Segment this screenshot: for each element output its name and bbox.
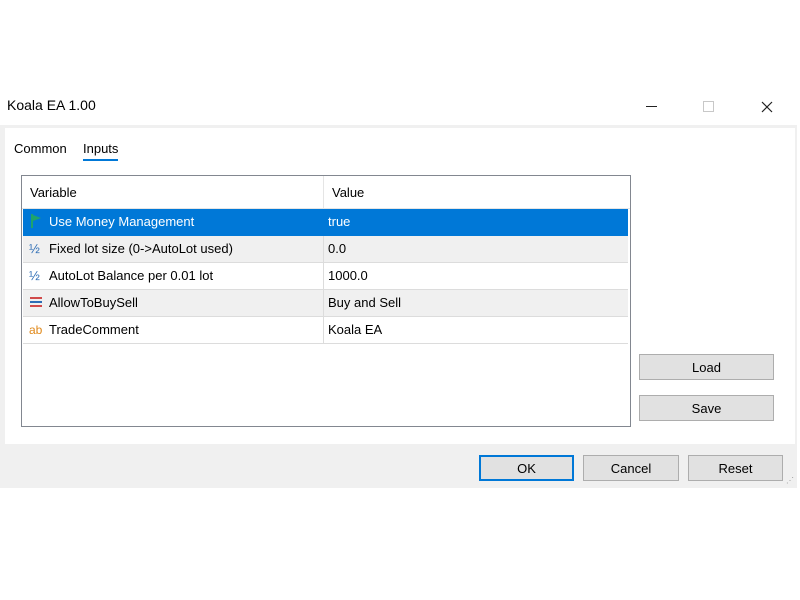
window-title: Koala EA 1.00 (7, 97, 96, 113)
table-row[interactable]: ab TradeComment Koala EA (23, 317, 628, 344)
column-header-variable[interactable]: Variable (30, 185, 77, 200)
value-cell[interactable]: 0.0 (328, 241, 346, 256)
reset-button[interactable]: Reset (688, 455, 783, 481)
flag-icon (29, 213, 45, 231)
table-header: Variable Value (22, 176, 630, 209)
value-cell[interactable]: Koala EA (328, 322, 382, 337)
table-row[interactable]: ½ AutoLot Balance per 0.01 lot 1000.0 (23, 263, 628, 290)
close-button[interactable] (744, 88, 790, 125)
cancel-button[interactable]: Cancel (583, 455, 679, 481)
tab-common-label: Common (14, 141, 67, 156)
inputs-table: Variable Value Use Money Management true… (21, 175, 631, 427)
column-divider[interactable] (323, 176, 324, 208)
title-bar: Koala EA 1.00 (0, 88, 800, 125)
variable-cell: AllowToBuySell (49, 295, 138, 310)
minimize-button[interactable] (628, 88, 674, 125)
maximize-button[interactable] (685, 88, 731, 125)
row-divider (323, 317, 324, 343)
load-button[interactable]: Load (639, 354, 774, 380)
tab-inputs[interactable]: Inputs (83, 141, 119, 161)
row-divider (323, 209, 324, 235)
text-icon: ab (29, 323, 43, 337)
resize-grip-icon[interactable]: ⋰ (786, 476, 796, 486)
dialog-body: Common Inputs Variable Value Use Money M… (0, 125, 797, 488)
tab-common[interactable]: Common (14, 141, 67, 156)
fraction-icon: ½ (29, 268, 40, 283)
column-header-value[interactable]: Value (332, 185, 364, 200)
row-divider (323, 236, 324, 262)
row-divider (323, 290, 324, 316)
variable-cell: TradeComment (49, 322, 139, 337)
value-cell[interactable]: 1000.0 (328, 268, 368, 283)
table-row[interactable]: Use Money Management true (23, 209, 628, 236)
fraction-icon: ½ (29, 241, 40, 256)
variable-cell: Fixed lot size (0->AutoLot used) (49, 241, 233, 256)
row-divider (323, 263, 324, 289)
minimize-icon (645, 106, 657, 107)
tab-inputs-label: Inputs (83, 141, 119, 156)
variable-cell: AutoLot Balance per 0.01 lot (49, 268, 214, 283)
table-row[interactable]: AllowToBuySell Buy and Sell (23, 290, 628, 317)
value-cell[interactable]: true (328, 214, 350, 229)
maximize-icon (702, 101, 714, 112)
close-icon (761, 101, 773, 112)
list-icon (29, 294, 45, 312)
table-row[interactable]: ½ Fixed lot size (0->AutoLot used) 0.0 (23, 236, 628, 263)
variable-cell: Use Money Management (49, 214, 195, 229)
ok-button[interactable]: OK (479, 455, 574, 481)
active-tab-underline (83, 159, 119, 161)
save-button[interactable]: Save (639, 395, 774, 421)
value-cell[interactable]: Buy and Sell (328, 295, 401, 310)
